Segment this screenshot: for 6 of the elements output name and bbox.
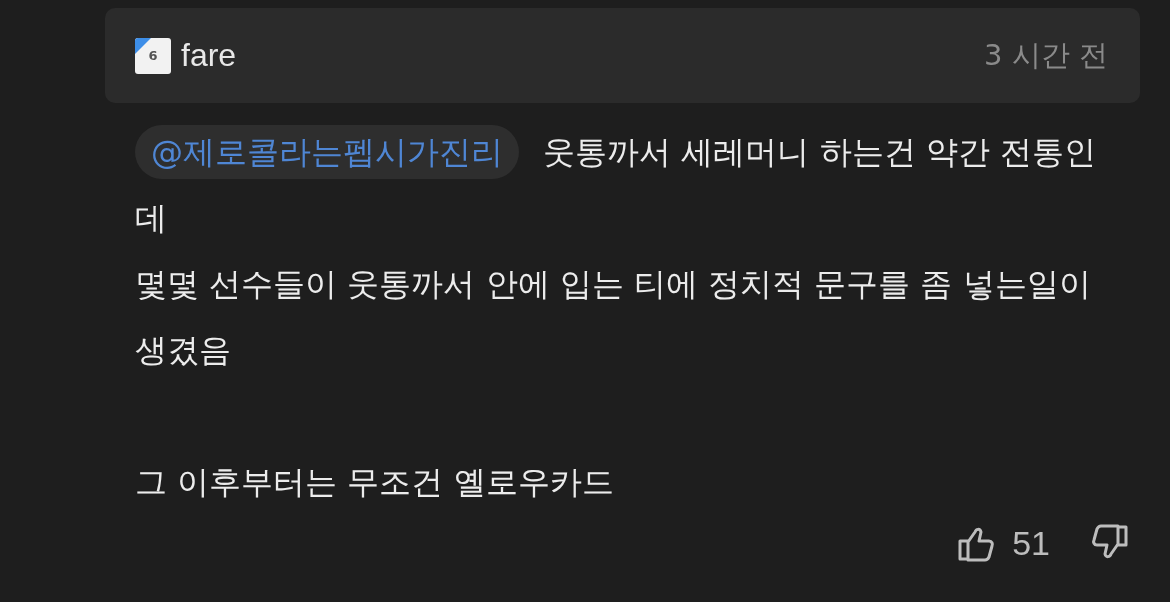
mention-link[interactable]: @제로콜라는펩시가진리 — [135, 125, 519, 179]
like-count: 51 — [1012, 523, 1050, 563]
level-badge-icon: 6 — [135, 37, 171, 74]
timestamp: 3 시간 전 — [984, 36, 1108, 74]
comment-text: @제로콜라는펩시가진리 웃통까서 세레머니 하는건 약간 전통인데 몇몇 선수들이 웃통까서 안에 입는 티에 정치적 문구를 좀 넣는일이 생겼음 그 이후부터는 무조건 옐로우카드 — [135, 119, 1115, 515]
author-name[interactable]: fare — [181, 37, 237, 74]
